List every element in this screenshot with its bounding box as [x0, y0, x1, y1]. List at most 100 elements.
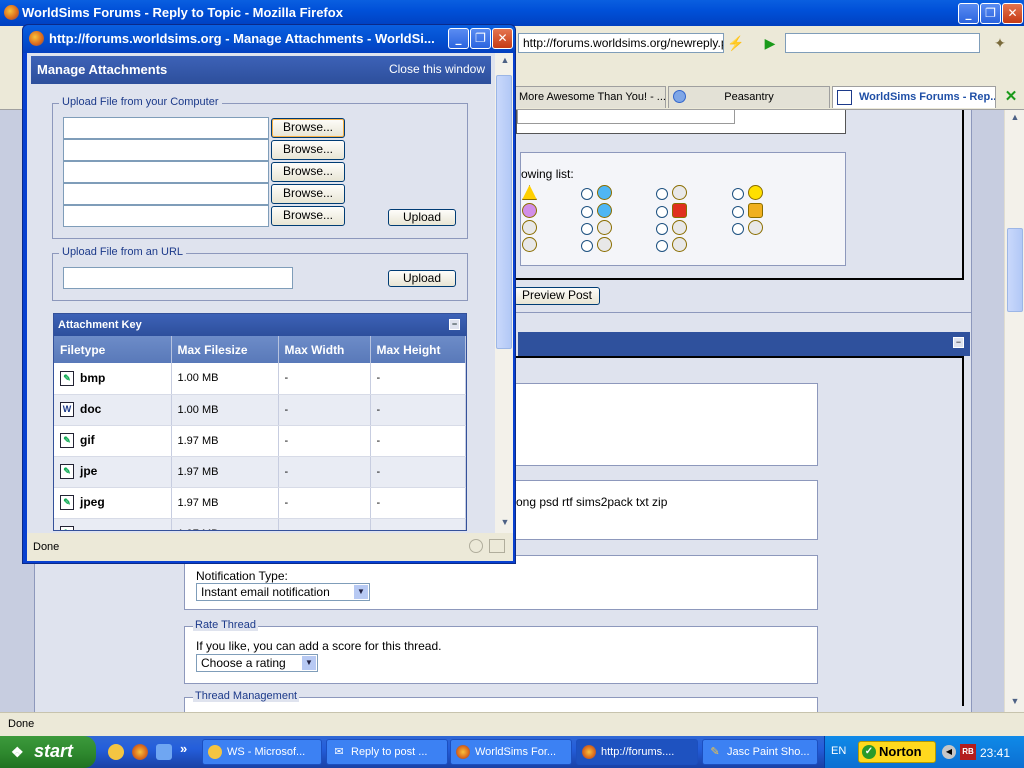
cool-smilie-icon[interactable] — [672, 185, 687, 200]
rating-select[interactable]: Choose a rating ▼ — [196, 654, 318, 672]
minimize-button[interactable]: _ — [958, 3, 979, 24]
upload-url-button[interactable]: Upload — [388, 270, 456, 287]
popup-status-text: Done — [33, 541, 60, 553]
browse-button-5[interactable]: Browse... — [271, 206, 345, 226]
scroll-down-icon[interactable]: ▼ — [1007, 696, 1023, 710]
lightning-icon[interactable]: ⚡ — [726, 33, 746, 53]
browse-button-4[interactable]: Browse... — [271, 184, 345, 204]
smilie-radio[interactable] — [732, 188, 744, 200]
scroll-thumb[interactable] — [496, 75, 512, 349]
thumbs-down-smilie-icon[interactable] — [672, 203, 687, 218]
url-input[interactable] — [63, 267, 293, 289]
upload-computer-legend: Upload File from your Computer — [59, 96, 222, 108]
firefox-quicklaunch-icon[interactable] — [132, 744, 148, 760]
smilie-radio[interactable] — [656, 223, 668, 235]
explorer-quicklaunch-icon[interactable] — [156, 744, 172, 760]
smilie-radio[interactable] — [581, 188, 593, 200]
wave-smilie-icon[interactable] — [672, 237, 687, 252]
close-tab-icon[interactable]: ✕ — [1003, 89, 1019, 105]
scroll-up-icon[interactable]: ▲ — [1007, 112, 1023, 126]
question-smilie-icon[interactable] — [597, 185, 612, 200]
browse-button-1[interactable]: Browse... — [271, 118, 345, 138]
scroll-down-icon[interactable]: ▼ — [497, 517, 513, 531]
tray-arrow-icon[interactable]: ◀ — [942, 745, 956, 759]
popup-scrollbar[interactable]: ▲ ▼ — [495, 53, 513, 533]
smile-smilie-icon[interactable] — [597, 237, 612, 252]
notification-select[interactable]: Instant email notification ▼ — [196, 583, 370, 601]
smilie-radio[interactable] — [656, 240, 668, 252]
popup-close-button[interactable]: ✕ — [492, 28, 513, 49]
filetype-cell-text: bmp — [80, 370, 106, 385]
image-file-icon: ✎ — [60, 526, 74, 530]
file-field-1[interactable] — [63, 117, 269, 139]
norton-button[interactable]: ✓ Norton — [858, 741, 936, 763]
file-field-5[interactable] — [63, 205, 269, 227]
thumbs-up-smilie-icon[interactable] — [748, 203, 763, 218]
file-field-3[interactable] — [63, 161, 269, 183]
url-field[interactable]: http://forums.worldsims.org/newreply.ph — [518, 33, 724, 53]
maximize-button[interactable]: ❐ — [980, 3, 1001, 24]
smilie-radio[interactable] — [656, 206, 668, 218]
happy-smilie-icon[interactable] — [748, 185, 763, 200]
popup-maximize-button[interactable]: ❐ — [470, 28, 491, 49]
max-width-cell-text: - — [284, 434, 289, 447]
max-width-cell: - — [278, 425, 371, 457]
tab-label: More Awesome Than You! - ... — [519, 91, 666, 103]
lock-icon — [469, 539, 483, 553]
thumbs-smilie-icon[interactable] — [522, 220, 537, 235]
more-quicklaunch-icon[interactable]: » — [180, 741, 187, 756]
close-button[interactable]: ✕ — [1002, 3, 1023, 24]
close-window-link[interactable]: Close this window — [389, 62, 485, 76]
max-height-cell: - — [370, 518, 466, 530]
confused-smilie-icon[interactable] — [597, 220, 612, 235]
surprised-smilie-icon[interactable] — [522, 237, 537, 252]
main-status-text: Done — [8, 718, 35, 730]
scroll-up-icon[interactable]: ▲ — [497, 55, 513, 69]
taskbar-item-reply[interactable]: ✉ Reply to post ... — [326, 739, 448, 765]
tab-worldsims[interactable]: WorldSims Forums - Rep... — [832, 86, 996, 108]
start-button[interactable]: ❖ start — [0, 736, 96, 768]
purple-smilie-icon[interactable] — [522, 203, 537, 218]
smilie-radio[interactable] — [732, 206, 744, 218]
file-field-4[interactable] — [63, 183, 269, 205]
smilie-radio[interactable] — [581, 206, 593, 218]
upload-file-button[interactable]: Upload — [388, 209, 456, 226]
blue-smilie-icon[interactable] — [597, 203, 612, 218]
taskbar-item-worldsims[interactable]: WorldSims For... — [450, 739, 572, 765]
taskbar-item-ws[interactable]: WS - Microsof... — [202, 739, 322, 765]
preview-post-button[interactable]: Preview Post — [514, 287, 600, 305]
tab-peasantry[interactable]: Peasantry — [668, 86, 830, 108]
file-field-2[interactable] — [63, 139, 269, 161]
browse-button-2[interactable]: Browse... — [271, 140, 345, 160]
attachments-fieldset: ong psd rtf sims2pack txt zip — [516, 480, 818, 540]
filetype-cell-text: gif — [80, 432, 95, 447]
quicklaunch-icon[interactable] — [108, 744, 124, 760]
smilie-radio[interactable] — [581, 240, 593, 252]
taskbar-item-forums[interactable]: http://forums.... — [576, 739, 698, 765]
smilie-radio[interactable] — [581, 223, 593, 235]
search-input[interactable] — [785, 33, 980, 53]
plain-smilie-icon[interactable] — [748, 220, 763, 235]
filetype-cell: ✎ jpeg — [54, 487, 172, 519]
tab-more-awesome[interactable]: More Awesome Than You! - ... — [512, 86, 666, 108]
collapse-icon[interactable]: − — [449, 319, 460, 330]
rb-tray-icon[interactable]: RB — [960, 744, 976, 760]
taskbar-item-paintshop[interactable]: ✎ Jasc Paint Sho... — [702, 739, 818, 765]
browse-button-3[interactable]: Browse... — [271, 162, 345, 182]
max-width-cell-text: - — [284, 403, 289, 416]
main-scrollbar[interactable]: ▲ ▼ — [1004, 110, 1024, 712]
firefox-icon — [582, 745, 596, 759]
notification-value: Instant email notification — [201, 585, 330, 599]
language-indicator[interactable]: EN — [831, 745, 846, 757]
popup-minimize-button[interactable]: _ — [448, 28, 469, 49]
smilie-radio[interactable] — [732, 223, 744, 235]
column-max-height: Max Height — [370, 336, 466, 363]
go-icon[interactable]: ▶ — [760, 33, 780, 53]
firefox-icon — [456, 745, 470, 759]
scroll-thumb[interactable] — [1007, 228, 1023, 312]
collapse-icon[interactable]: − — [953, 337, 964, 348]
extensions-icon[interactable]: ✦ — [990, 33, 1010, 53]
grin-smilie-icon[interactable] — [672, 220, 687, 235]
attachment-key-header: Attachment Key − — [54, 314, 466, 336]
smilie-radio[interactable] — [656, 188, 668, 200]
